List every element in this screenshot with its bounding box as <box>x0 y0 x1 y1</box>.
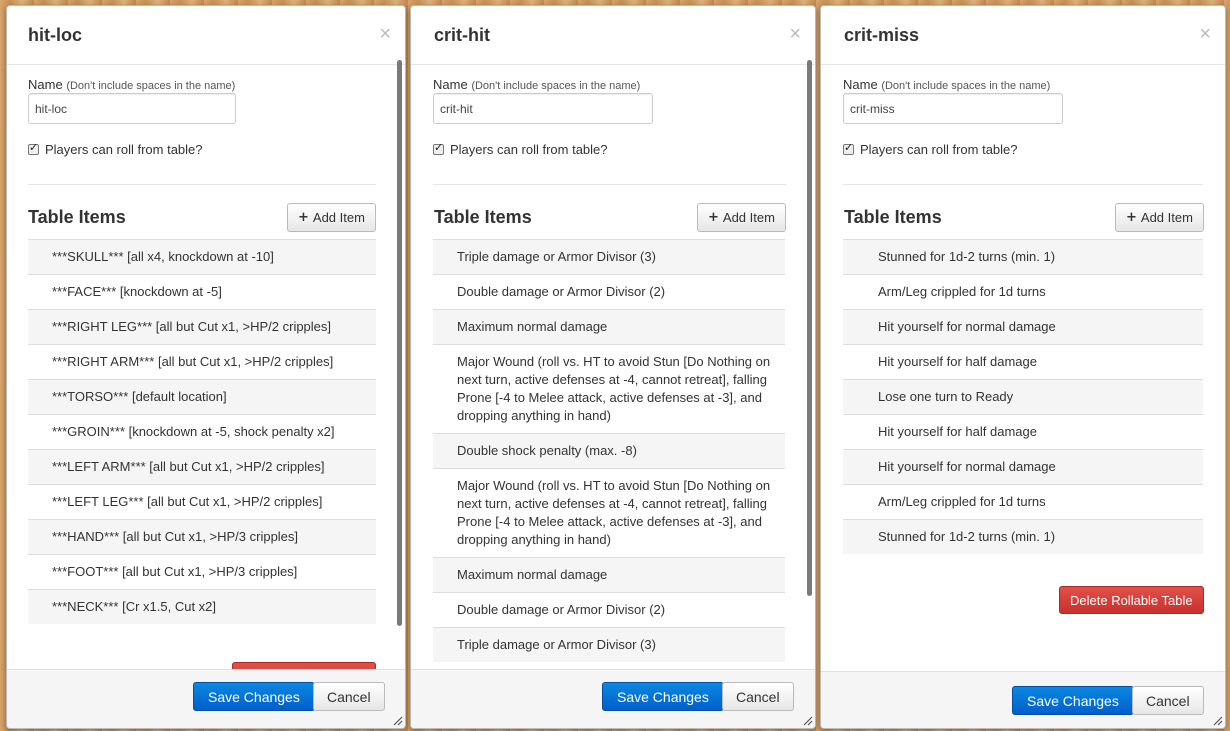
divider <box>28 184 376 185</box>
scrollbar[interactable] <box>807 60 812 596</box>
table-item[interactable]: Hit yourself for half damage <box>843 414 1203 449</box>
add-item-label: Add Item <box>722 210 775 225</box>
cancel-button[interactable]: Cancel <box>722 682 794 711</box>
dialog-footer: Save Changes Cancel <box>411 669 815 728</box>
dialog-hit-loc: hit-loc × Name (Don't include spaces in … <box>6 5 406 729</box>
plus-icon: + <box>1126 210 1137 225</box>
table-item[interactable]: Triple damage or Armor Divisor (3) <box>433 239 785 274</box>
delete-rollable-table-button[interactable] <box>232 662 376 669</box>
table-items-list: ***SKULL*** [all x4, knockdown at -10] *… <box>28 239 376 624</box>
players-can-roll-row[interactable]: Players can roll from table? <box>28 141 203 157</box>
table-item[interactable]: Major Wound (roll vs. HT to avoid Stun [… <box>433 468 785 557</box>
table-items-list: Stunned for 1d-2 turns (min. 1) Arm/Leg … <box>843 239 1203 554</box>
table-item[interactable]: Lose one turn to Ready <box>843 379 1203 414</box>
table-items-heading: Table Items <box>844 207 942 227</box>
table-item[interactable]: Hit yourself for half damage <box>843 344 1203 379</box>
name-label: Name (Don't include spaces in the name) <box>28 77 235 92</box>
table-item[interactable]: ***HAND*** [all but Cut x1, >HP/3 crippl… <box>28 519 376 554</box>
table-item[interactable]: Double damage or Armor Divisor (2) <box>433 592 785 627</box>
dialog-body: Name (Don't include spaces in the name) … <box>411 65 815 669</box>
add-item-button[interactable]: + Add Item <box>1115 203 1204 232</box>
dialog-title: hit-loc <box>28 25 82 45</box>
table-item[interactable]: ***SKULL*** [all x4, knockdown at -10] <box>28 239 376 274</box>
players-can-roll-row[interactable]: Players can roll from table? <box>433 141 608 157</box>
table-items-heading: Table Items <box>434 207 532 227</box>
save-changes-button[interactable]: Save Changes <box>602 682 724 711</box>
name-hint: (Don't include spaces in the name) <box>471 80 641 92</box>
scrollbar[interactable] <box>397 60 402 626</box>
name-label: Name (Don't include spaces in the name) <box>433 77 640 92</box>
table-item[interactable]: ***FACE*** [knockdown at -5] <box>28 274 376 309</box>
close-icon[interactable]: × <box>789 24 801 44</box>
name-hint: (Don't include spaces in the name) <box>881 80 1051 92</box>
table-item[interactable]: Double damage or Armor Divisor (2) <box>433 274 785 309</box>
delete-rollable-table-button[interactable]: Delete Rollable Table <box>1059 586 1204 614</box>
players-can-roll-checkbox[interactable] <box>843 141 854 155</box>
table-item[interactable]: ***NECK*** [Cr x1.5, Cut x2] <box>28 589 376 624</box>
divider <box>433 184 786 185</box>
name-input[interactable] <box>433 93 653 124</box>
dialog-header: hit-loc × <box>7 6 405 65</box>
table-item[interactable]: Stunned for 1d-2 turns (min. 1) <box>843 519 1203 554</box>
table-item[interactable]: Arm/Leg crippled for 1d turns <box>843 274 1203 309</box>
add-item-button[interactable]: + Add Item <box>287 203 376 232</box>
close-icon[interactable]: × <box>1199 24 1211 44</box>
name-label-text: Name <box>28 77 63 92</box>
dialog-footer: Save Changes Cancel <box>7 669 405 728</box>
resize-grip-icon[interactable] <box>801 714 813 726</box>
table-item[interactable]: ***LEFT LEG*** [all but Cut x1, >HP/2 cr… <box>28 484 376 519</box>
table-item[interactable]: ***RIGHT ARM*** [all but Cut x1, >HP/2 c… <box>28 344 376 379</box>
name-hint: (Don't include spaces in the name) <box>66 80 236 92</box>
players-can-roll-label: Players can roll from table? <box>860 142 1018 157</box>
plus-icon: + <box>298 210 309 225</box>
save-changes-button[interactable]: Save Changes <box>1012 686 1134 715</box>
dialog-crit-hit: crit-hit × Name (Don't include spaces in… <box>410 5 816 729</box>
table-item[interactable]: ***LEFT ARM*** [all but Cut x1, >HP/2 cr… <box>28 449 376 484</box>
players-can-roll-label: Players can roll from table? <box>45 142 203 157</box>
table-item[interactable]: ***RIGHT LEG*** [all but Cut x1, >HP/2 c… <box>28 309 376 344</box>
divider <box>843 184 1203 185</box>
add-item-label: Add Item <box>1140 210 1193 225</box>
plus-icon: + <box>708 210 719 225</box>
cancel-button[interactable]: Cancel <box>1132 686 1204 715</box>
table-item[interactable]: Hit yourself for normal damage <box>843 309 1203 344</box>
name-input[interactable] <box>28 93 236 124</box>
add-item-label: Add Item <box>312 210 365 225</box>
table-item[interactable]: ***FOOT*** [all but Cut x1, >HP/3 crippl… <box>28 554 376 589</box>
add-item-button[interactable]: + Add Item <box>697 203 786 232</box>
dialog-crit-miss: crit-miss × Name (Don't include spaces i… <box>820 5 1226 729</box>
players-can-roll-row[interactable]: Players can roll from table? <box>843 141 1018 157</box>
dialog-title: crit-miss <box>844 25 920 45</box>
table-item[interactable]: Double shock penalty (max. -8) <box>433 433 785 468</box>
players-can-roll-label: Players can roll from table? <box>450 142 608 157</box>
table-items-list: Triple damage or Armor Divisor (3) Doubl… <box>433 239 785 662</box>
dialog-title: crit-hit <box>434 25 490 45</box>
dialog-body: Name (Don't include spaces in the name) … <box>821 65 1225 669</box>
table-items-heading: Table Items <box>28 207 126 227</box>
players-can-roll-checkbox[interactable] <box>433 141 444 155</box>
table-item[interactable]: ***TORSO*** [default location] <box>28 379 376 414</box>
cancel-button[interactable]: Cancel <box>313 682 385 711</box>
save-changes-button[interactable]: Save Changes <box>193 682 315 711</box>
dialog-header: crit-hit × <box>411 6 815 65</box>
table-item[interactable]: Triple damage or Armor Divisor (3) <box>433 627 785 662</box>
table-item[interactable]: Maximum normal damage <box>433 309 785 344</box>
name-input[interactable] <box>843 93 1063 124</box>
name-label-text: Name <box>433 77 468 92</box>
table-item[interactable]: Maximum normal damage <box>433 557 785 592</box>
resize-grip-icon[interactable] <box>1211 714 1223 726</box>
table-item[interactable]: ***GROIN*** [knockdown at -5, shock pena… <box>28 414 376 449</box>
table-item[interactable]: Major Wound (roll vs. HT to avoid Stun [… <box>433 344 785 433</box>
players-can-roll-checkbox[interactable] <box>28 141 39 155</box>
name-label-text: Name <box>843 77 878 92</box>
dialog-body: Name (Don't include spaces in the name) … <box>7 65 405 669</box>
close-icon[interactable]: × <box>379 24 391 44</box>
resize-grip-icon[interactable] <box>391 714 403 726</box>
table-item[interactable]: Stunned for 1d-2 turns (min. 1) <box>843 239 1203 274</box>
dialog-footer: Save Changes Cancel <box>821 671 1225 728</box>
table-item[interactable]: Arm/Leg crippled for 1d turns <box>843 484 1203 519</box>
name-label: Name (Don't include spaces in the name) <box>843 77 1050 92</box>
table-item[interactable]: Hit yourself for normal damage <box>843 449 1203 484</box>
dialog-header: crit-miss × <box>821 6 1225 65</box>
